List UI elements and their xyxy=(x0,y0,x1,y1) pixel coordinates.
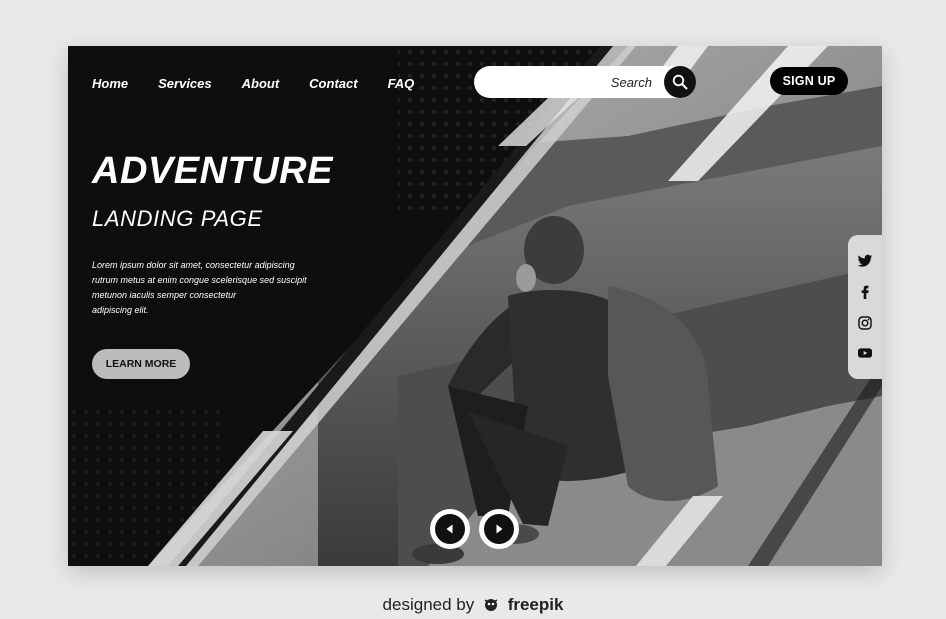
facebook-icon[interactable] xyxy=(857,283,873,299)
designer-credit: designed by freepik xyxy=(0,595,946,615)
chevron-right-icon xyxy=(496,524,503,534)
freepik-logo-icon xyxy=(484,599,498,611)
hero-description-line: metunon iaculis semper consectetur xyxy=(92,290,237,300)
social-bar xyxy=(848,235,882,379)
hero-description: Lorem ipsum dolor sit amet, consectetur … xyxy=(92,258,332,318)
nav-services[interactable]: Services xyxy=(158,76,212,91)
nav-faq[interactable]: FAQ xyxy=(388,76,415,91)
slider-next-button[interactable] xyxy=(479,509,519,549)
twitter-icon[interactable] xyxy=(857,253,873,269)
main-nav: Home Services About Contact FAQ xyxy=(92,76,444,91)
hero-subtitle: LANDING PAGE xyxy=(92,206,263,231)
search-icon xyxy=(672,74,688,90)
nav-about[interactable]: About xyxy=(242,76,280,91)
hero-description-line: Lorem ipsum dolor sit amet, consectetur … xyxy=(92,260,295,270)
chevron-left-icon xyxy=(446,524,453,534)
youtube-icon[interactable] xyxy=(857,345,873,361)
nav-contact[interactable]: Contact xyxy=(309,76,357,91)
hero-title: ADVENTURE xyxy=(92,150,333,192)
slider-next-inner xyxy=(484,514,514,544)
signup-button[interactable]: SIGN UP xyxy=(770,67,848,95)
search-bar[interactable]: Search xyxy=(474,66,696,98)
hero-description-line: adipiscing elit. xyxy=(92,305,149,315)
hero-description-line: rutrum metus at enim congue scelerisque … xyxy=(92,275,307,285)
search-input[interactable]: Search xyxy=(611,75,652,90)
slider-prev-button[interactable] xyxy=(430,509,470,549)
slider-prev-inner xyxy=(435,514,465,544)
credit-brand: freepik xyxy=(507,595,564,614)
nav-home[interactable]: Home xyxy=(92,76,128,91)
search-button[interactable] xyxy=(664,66,696,98)
landing-page-card: Home Services About Contact FAQ Search S… xyxy=(68,46,882,566)
learn-more-button[interactable]: LEARN MORE xyxy=(92,349,190,379)
credit-prefix: designed by xyxy=(382,595,475,614)
instagram-icon[interactable] xyxy=(857,315,873,331)
